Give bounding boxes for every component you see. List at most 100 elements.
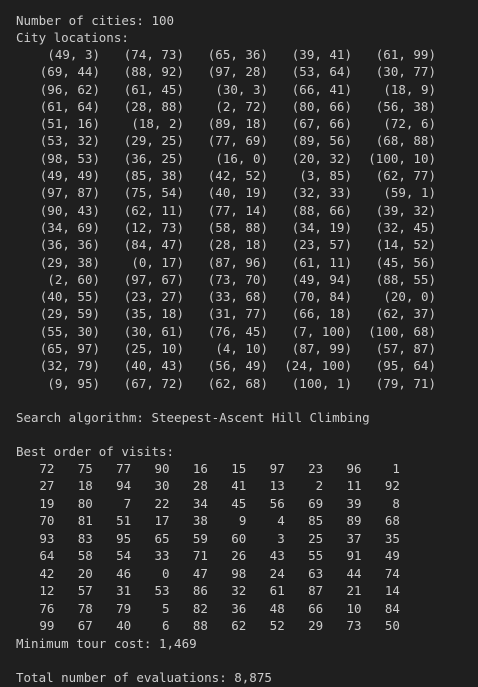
city-location: (55, 30) bbox=[39, 323, 100, 339]
city-location: (56, 49) bbox=[207, 358, 268, 374]
city-location: (18, 2) bbox=[131, 116, 184, 132]
visit-order-entry: 55 bbox=[308, 548, 324, 564]
visit-order-entry: 12 bbox=[39, 583, 55, 599]
city-location: (9, 95) bbox=[47, 375, 100, 391]
visit-order-entry: 68 bbox=[384, 513, 400, 529]
visit-order-entry: 78 bbox=[77, 600, 93, 616]
visit-order-entry: 36 bbox=[231, 600, 247, 616]
city-location: (67, 72) bbox=[123, 375, 184, 391]
city-location: (100, 1) bbox=[291, 375, 352, 391]
visit-order-entry: 11 bbox=[346, 478, 362, 494]
city-location: (90, 43) bbox=[39, 202, 100, 218]
visit-order-entry: 9 bbox=[238, 513, 247, 529]
city-location: (51, 16) bbox=[39, 116, 100, 132]
city-location: (29, 59) bbox=[39, 306, 100, 322]
city-location: (2, 60) bbox=[47, 271, 100, 287]
city-locations-label: City locations: bbox=[16, 30, 129, 45]
visit-order-entry: 52 bbox=[269, 618, 285, 634]
city-location: (75, 54) bbox=[123, 185, 184, 201]
city-location: (28, 18) bbox=[207, 237, 268, 253]
visit-order-entry: 79 bbox=[116, 600, 132, 616]
visit-order-entry: 30 bbox=[154, 478, 170, 494]
visit-order-entry: 13 bbox=[269, 478, 285, 494]
visit-order-entry: 41 bbox=[231, 478, 247, 494]
city-location: (20, 32) bbox=[291, 150, 352, 166]
city-location: (87, 99) bbox=[291, 341, 352, 357]
city-location: (67, 66) bbox=[291, 116, 352, 132]
city-location: (88, 55) bbox=[375, 271, 436, 287]
city-location: (87, 96) bbox=[207, 254, 268, 270]
visit-order-entry: 86 bbox=[192, 583, 208, 599]
city-location: (7, 100) bbox=[291, 323, 352, 339]
visit-order-entry: 65 bbox=[154, 530, 170, 546]
visit-order-entry: 49 bbox=[384, 548, 400, 564]
visit-order-entry: 21 bbox=[346, 583, 362, 599]
visit-order-entry: 50 bbox=[384, 618, 400, 634]
total-evaluations-line: Total number of evaluations: 8,875 bbox=[16, 669, 272, 685]
visit-order-entry: 47 bbox=[192, 565, 208, 581]
visit-order-entry: 61 bbox=[269, 583, 285, 599]
visit-order-entry: 90 bbox=[154, 460, 170, 476]
city-location: (0, 17) bbox=[131, 254, 184, 270]
city-location: (88, 66) bbox=[291, 202, 352, 218]
visit-order-entry: 1 bbox=[392, 460, 400, 476]
city-location: (24, 100) bbox=[284, 358, 352, 374]
visit-order-entry: 82 bbox=[192, 600, 208, 616]
visit-order-entry: 39 bbox=[346, 495, 362, 511]
city-location: (30, 61) bbox=[123, 323, 184, 339]
visit-order-entry: 29 bbox=[308, 618, 324, 634]
city-location: (12, 73) bbox=[123, 219, 184, 235]
visit-order-entry: 22 bbox=[154, 495, 170, 511]
visit-order-entry: 72 bbox=[39, 460, 55, 476]
city-location: (97, 87) bbox=[39, 185, 100, 201]
city-location: (25, 10) bbox=[123, 341, 184, 357]
city-location: (95, 64) bbox=[375, 358, 436, 374]
visit-order-entry: 25 bbox=[308, 530, 324, 546]
visit-order-entry: 75 bbox=[77, 460, 93, 476]
city-location: (34, 69) bbox=[39, 219, 100, 235]
city-location: (49, 94) bbox=[291, 271, 352, 287]
visit-order-entry: 98 bbox=[231, 565, 247, 581]
visit-order-entry: 17 bbox=[154, 513, 170, 529]
visit-order-entry: 62 bbox=[231, 618, 247, 634]
visit-order-entry: 71 bbox=[192, 548, 208, 564]
visit-order-entry: 45 bbox=[231, 495, 247, 511]
city-location: (36, 25) bbox=[123, 150, 184, 166]
visit-order-entry: 63 bbox=[308, 565, 324, 581]
city-location: (2, 72) bbox=[215, 98, 268, 114]
visit-order-entry: 60 bbox=[231, 530, 247, 546]
city-location: (58, 88) bbox=[207, 219, 268, 235]
city-location: (39, 41) bbox=[291, 47, 352, 62]
visit-order-entry: 44 bbox=[346, 565, 362, 581]
city-location: (68, 88) bbox=[375, 133, 436, 149]
city-location: (35, 18) bbox=[123, 306, 184, 322]
city-location: (30, 3) bbox=[215, 81, 268, 97]
city-location: (73, 70) bbox=[207, 271, 268, 287]
city-location: (53, 32) bbox=[39, 133, 100, 149]
visit-order-entry: 69 bbox=[308, 495, 324, 511]
city-location: (98, 53) bbox=[39, 150, 100, 166]
visit-order-entry: 99 bbox=[39, 618, 55, 634]
terminal-output[interactable]: Number of cities: 100 City locations: (4… bbox=[0, 0, 478, 687]
visit-order-entry: 95 bbox=[116, 530, 132, 546]
visit-order-entry: 0 bbox=[162, 565, 170, 581]
visit-order-entry: 64 bbox=[39, 548, 55, 564]
city-location: (69, 44) bbox=[39, 64, 100, 80]
visit-order-entry: 37 bbox=[346, 530, 362, 546]
city-location: (56, 38) bbox=[375, 98, 436, 114]
city-location: (61, 45) bbox=[123, 81, 184, 97]
visit-order-entry: 38 bbox=[192, 513, 208, 529]
visit-order-entry: 8 bbox=[392, 495, 400, 511]
city-location: (14, 52) bbox=[375, 237, 436, 253]
city-location: (53, 64) bbox=[291, 64, 352, 80]
city-location: (74, 73) bbox=[123, 47, 184, 62]
city-location: (70, 84) bbox=[291, 289, 352, 305]
visit-order-entry: 51 bbox=[116, 513, 132, 529]
minimum-tour-cost-line: Minimum tour cost: 1,469 bbox=[16, 635, 197, 651]
visit-order-entry: 6 bbox=[162, 618, 170, 634]
city-location: (62, 68) bbox=[207, 375, 268, 391]
visit-order-entry: 54 bbox=[116, 548, 132, 564]
visit-order-entry: 5 bbox=[162, 600, 170, 616]
city-location: (42, 52) bbox=[207, 168, 268, 184]
